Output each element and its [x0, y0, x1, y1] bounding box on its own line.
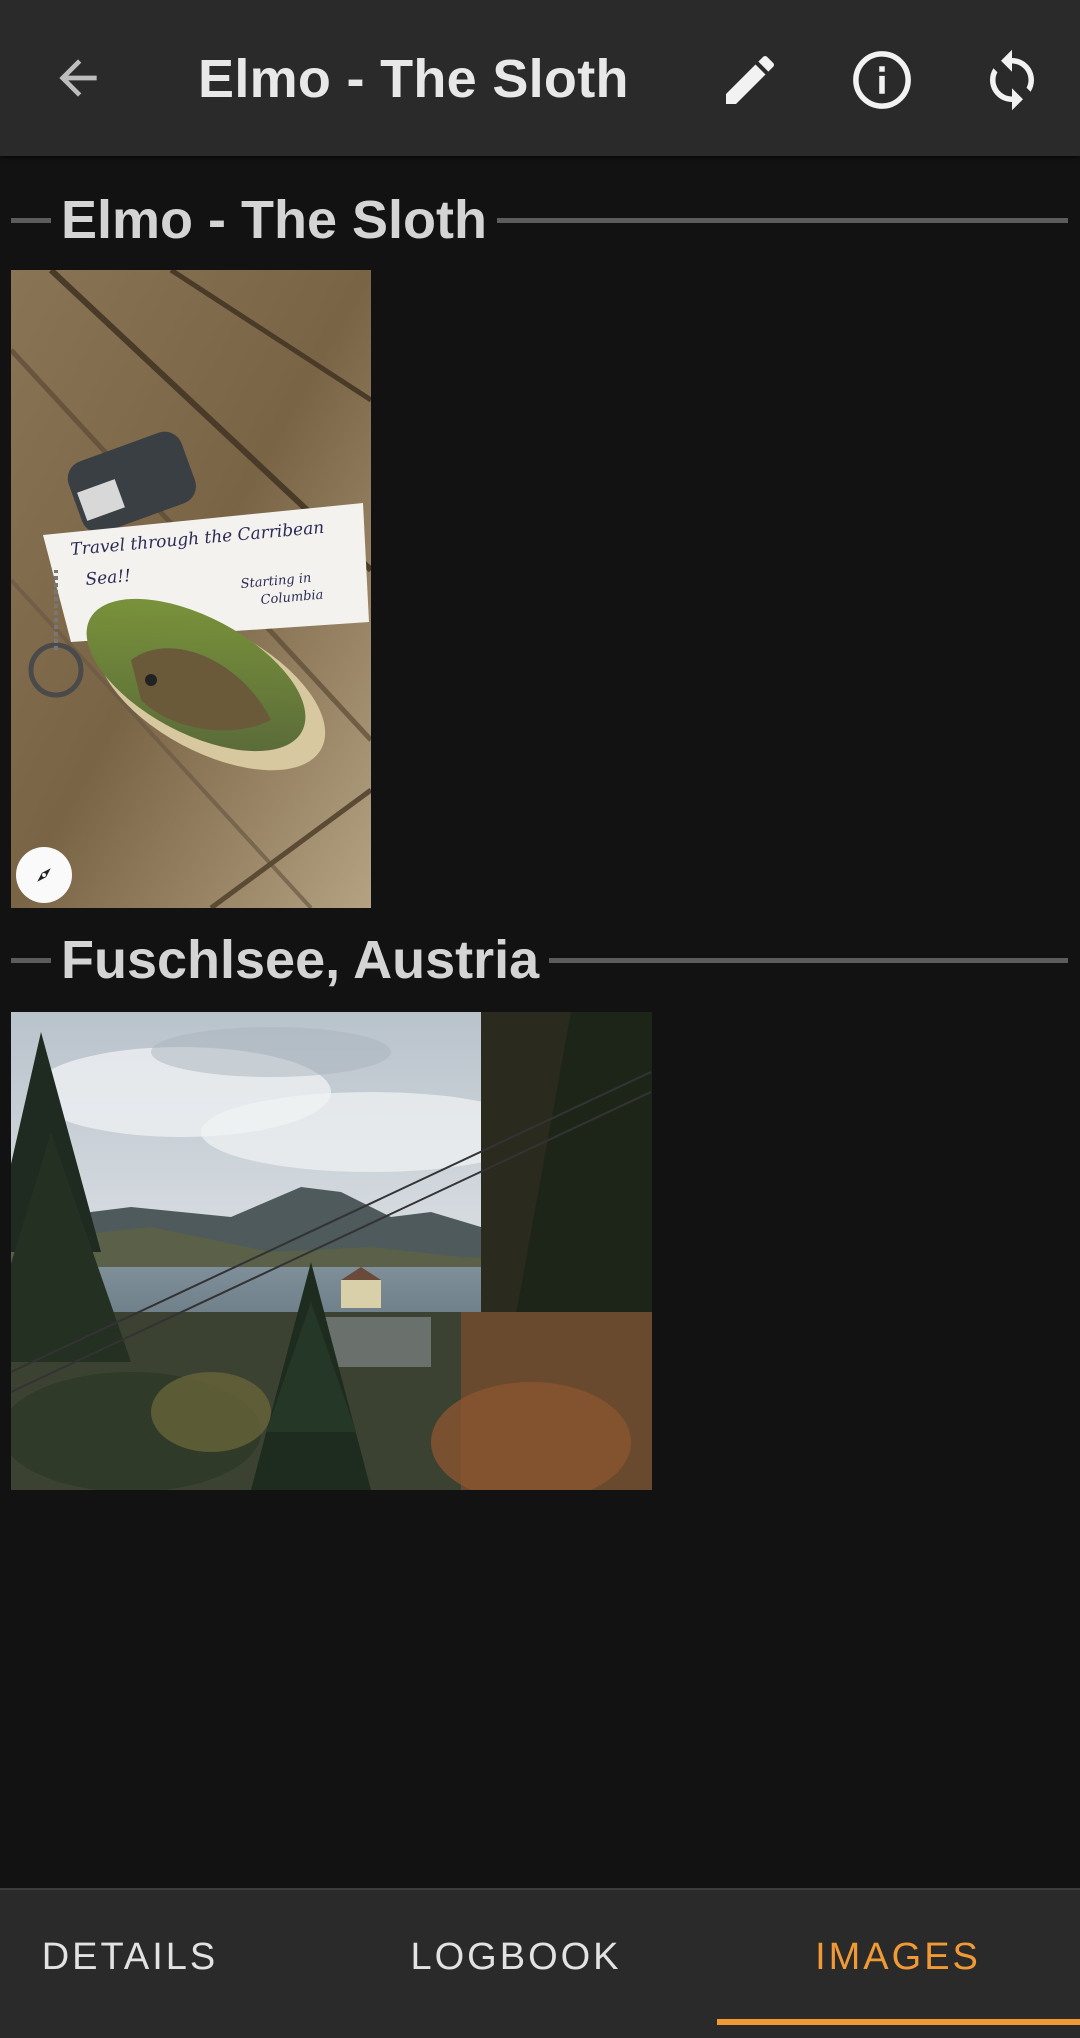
bottom-tab-bar: DETAILS LOGBOOK IMAGES: [0, 1888, 1080, 2038]
tab-details[interactable]: DETAILS: [0, 1890, 310, 2024]
app-bar: Elmo - The Sloth: [0, 0, 1080, 156]
refresh-button[interactable]: [972, 40, 1052, 120]
log-image-thumbnail[interactable]: [11, 1012, 652, 1490]
refresh-sync-icon: [990, 49, 1034, 111]
section-header: Fuschlsee, Austria: [0, 924, 1080, 996]
info-icon: [853, 51, 911, 109]
trackable-photo: Travel through the Carribean Sea!! Start…: [11, 270, 371, 908]
edit-button[interactable]: [710, 40, 790, 120]
landscape-photo: [11, 1012, 652, 1490]
divider: [11, 217, 51, 223]
image-description-badge[interactable]: [16, 847, 72, 903]
section-header: Elmo - The Sloth: [0, 184, 1080, 256]
divider: [497, 217, 1068, 223]
arrow-back-icon: [59, 59, 97, 97]
active-tab-indicator: [717, 2019, 1080, 2025]
trackable-image-thumbnail[interactable]: Travel through the Carribean Sea!! Start…: [11, 270, 371, 908]
tab-images[interactable]: IMAGES: [718, 1890, 1078, 2024]
page-title: Elmo - The Sloth: [198, 49, 629, 109]
divider: [11, 957, 51, 963]
divider: [549, 957, 1068, 963]
section-title: Fuschlsee, Austria: [61, 930, 540, 990]
note-text: Sea!!: [85, 566, 132, 590]
edit-pencil-icon: [726, 55, 775, 104]
back-button[interactable]: [40, 40, 116, 116]
compass-icon: [37, 868, 51, 882]
tab-logbook[interactable]: LOGBOOK: [336, 1890, 696, 2024]
info-button[interactable]: [842, 40, 922, 120]
section-title: Elmo - The Sloth: [61, 190, 487, 250]
